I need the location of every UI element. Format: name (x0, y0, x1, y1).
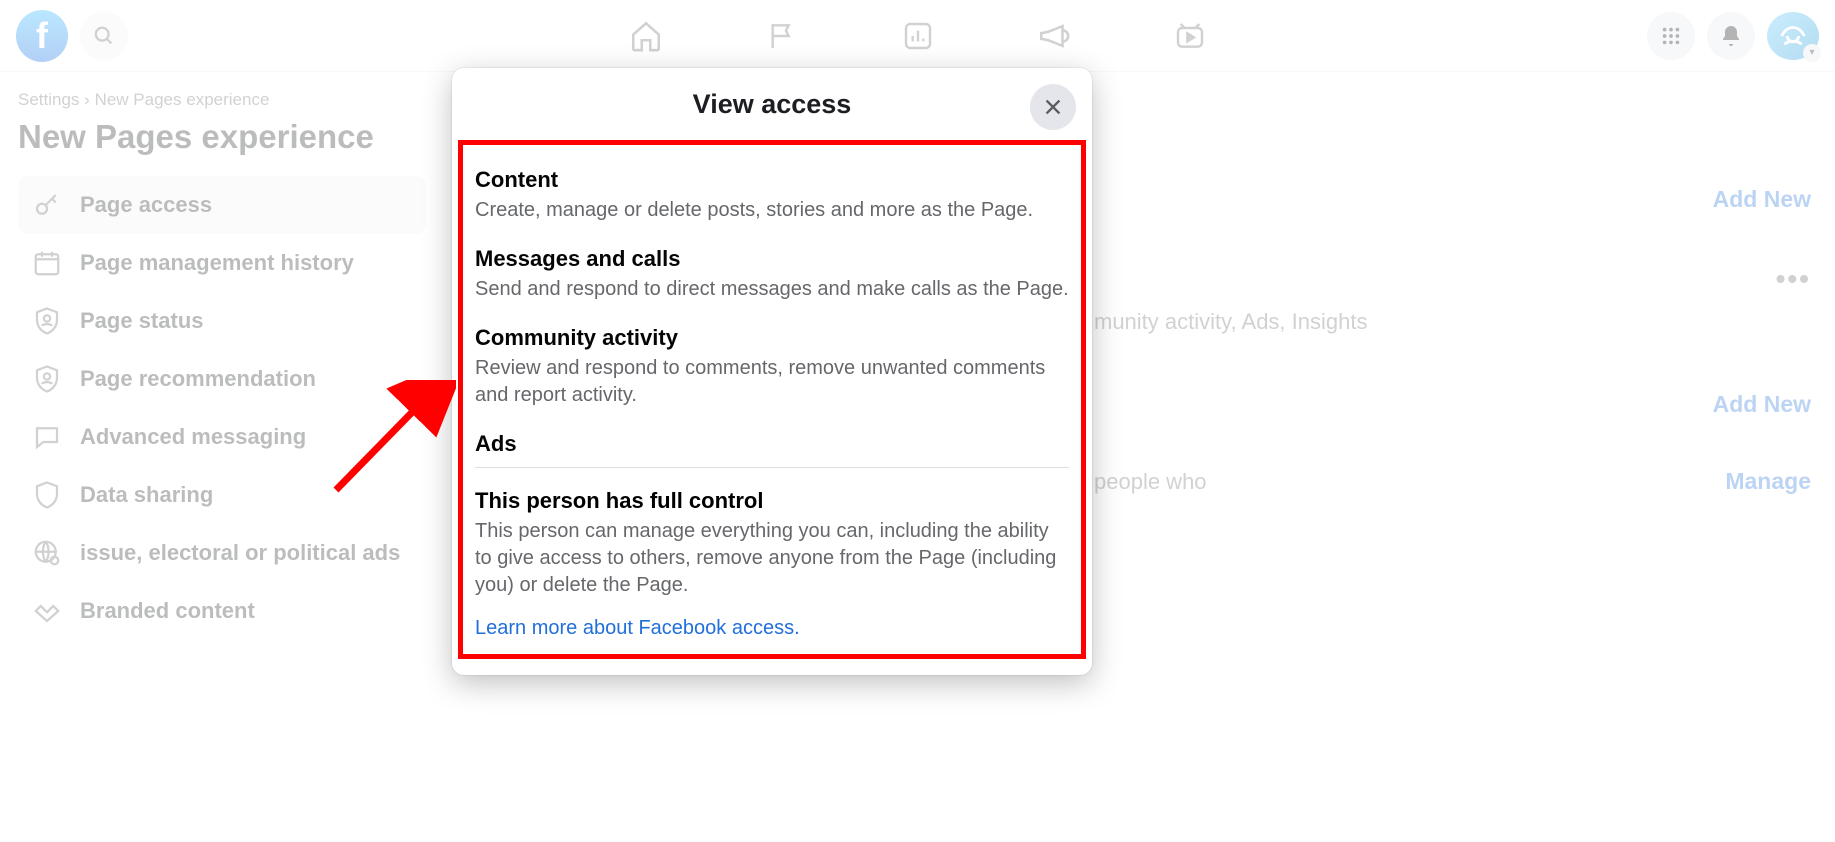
facebook-logo[interactable]: f (16, 10, 68, 62)
add-new-link-2[interactable]: Add New (1713, 391, 1811, 418)
sidebar-item-label: Advanced messaging (80, 424, 306, 450)
account-menu[interactable]: ▾ (1767, 12, 1819, 60)
breadcrumb[interactable]: Settings › New Pages experience (18, 90, 426, 110)
full-control-title: This person has full control (475, 488, 1069, 514)
sidebar-item-page-recommendation[interactable]: Page recommendation (18, 350, 426, 408)
nav-flag[interactable] (764, 18, 800, 54)
sidebar-item-label: Page recommendation (80, 366, 316, 392)
section-desc: Create, manage or delete posts, stories … (475, 197, 1069, 224)
sidebar-item-page-management-history[interactable]: Page management history (18, 234, 426, 292)
more-options-button[interactable]: ••• (1776, 263, 1811, 295)
sidebar-item-label: Data sharing (80, 482, 213, 508)
nav-home[interactable] (628, 18, 664, 54)
key-icon (32, 190, 62, 220)
search-icon (93, 25, 115, 47)
close-icon (1042, 96, 1064, 118)
flag-icon (766, 20, 798, 52)
home-icon (629, 19, 663, 53)
sidebar-item-page-access[interactable]: Page access (18, 176, 426, 234)
shield-plain-icon (32, 480, 62, 510)
manage-link[interactable]: Manage (1725, 468, 1811, 495)
page-title: New Pages experience (18, 118, 426, 156)
full-control-section: This person has full control This person… (475, 488, 1069, 640)
sidebar-item-label: issue, electoral or political ads (80, 540, 400, 566)
chevron-down-icon: ▾ (1803, 44, 1821, 62)
handshake-icon (32, 596, 62, 626)
nav-dashboard[interactable] (900, 18, 936, 54)
menu-grid-button[interactable] (1647, 12, 1695, 60)
section-ads: Ads (475, 431, 1069, 457)
highlighted-region: Content Create, manage or delete posts, … (458, 140, 1086, 659)
full-control-desc: This person can manage everything you ca… (475, 518, 1069, 599)
section-title: Messages and calls (475, 246, 1069, 272)
sidebar-item-data-sharing[interactable]: Data sharing (18, 466, 426, 524)
sidebar-item-political-ads[interactable]: issue, electoral or political ads (18, 524, 426, 582)
sidebar-item-branded-content[interactable]: Branded content (18, 582, 426, 640)
grid-icon (1660, 25, 1682, 47)
video-icon (1174, 20, 1206, 52)
globe-gear-icon (32, 538, 62, 568)
sidebar-item-label: Page status (80, 308, 204, 334)
divider (475, 467, 1069, 468)
add-new-link-1[interactable]: Add New (1713, 186, 1811, 213)
modal-close-button[interactable] (1030, 84, 1076, 130)
sidebar-item-label: Branded content (80, 598, 255, 624)
section-title: Content (475, 167, 1069, 193)
megaphone-icon (1037, 19, 1071, 53)
speech-icon (32, 422, 62, 452)
breadcrumb-root[interactable]: Settings (18, 90, 79, 109)
nav-video[interactable] (1172, 18, 1208, 54)
breadcrumb-leaf[interactable]: New Pages experience (95, 90, 270, 109)
section-title: Ads (475, 431, 1069, 457)
sidebar-item-label: Page management history (80, 250, 354, 276)
left-sidebar: Settings › New Pages experience New Page… (0, 72, 430, 842)
nav-megaphone[interactable] (1036, 18, 1072, 54)
view-access-modal: View access Content Create, manage or de… (452, 68, 1092, 675)
section-content: Content Create, manage or delete posts, … (475, 167, 1069, 224)
notifications-button[interactable] (1707, 12, 1755, 60)
sidebar-item-advanced-messaging[interactable]: Advanced messaging (18, 408, 426, 466)
modal-title: View access (693, 89, 852, 120)
section-desc: Review and respond to comments, remove u… (475, 355, 1069, 409)
shield-user-icon (32, 306, 62, 336)
top-nav (628, 18, 1208, 54)
header-right: ▾ (1647, 12, 1819, 60)
shield-icon (32, 364, 62, 394)
top-header: f ▾ (0, 0, 1835, 72)
section-title: Community activity (475, 325, 1069, 351)
search-button[interactable] (80, 12, 128, 60)
dashboard-icon (902, 20, 934, 52)
learn-more-link[interactable]: Learn more about Facebook access. (475, 617, 800, 639)
section-desc: Send and respond to direct messages and … (475, 276, 1069, 303)
modal-header: View access (452, 68, 1092, 140)
section-community: Community activity Review and respond to… (475, 325, 1069, 409)
breadcrumb-sep: › (84, 90, 90, 109)
sidebar-item-page-status[interactable]: Page status (18, 292, 426, 350)
bell-icon (1719, 24, 1743, 48)
section-messages: Messages and calls Send and respond to d… (475, 246, 1069, 303)
calendar-icon (32, 248, 62, 278)
sidebar-item-label: Page access (80, 192, 212, 218)
